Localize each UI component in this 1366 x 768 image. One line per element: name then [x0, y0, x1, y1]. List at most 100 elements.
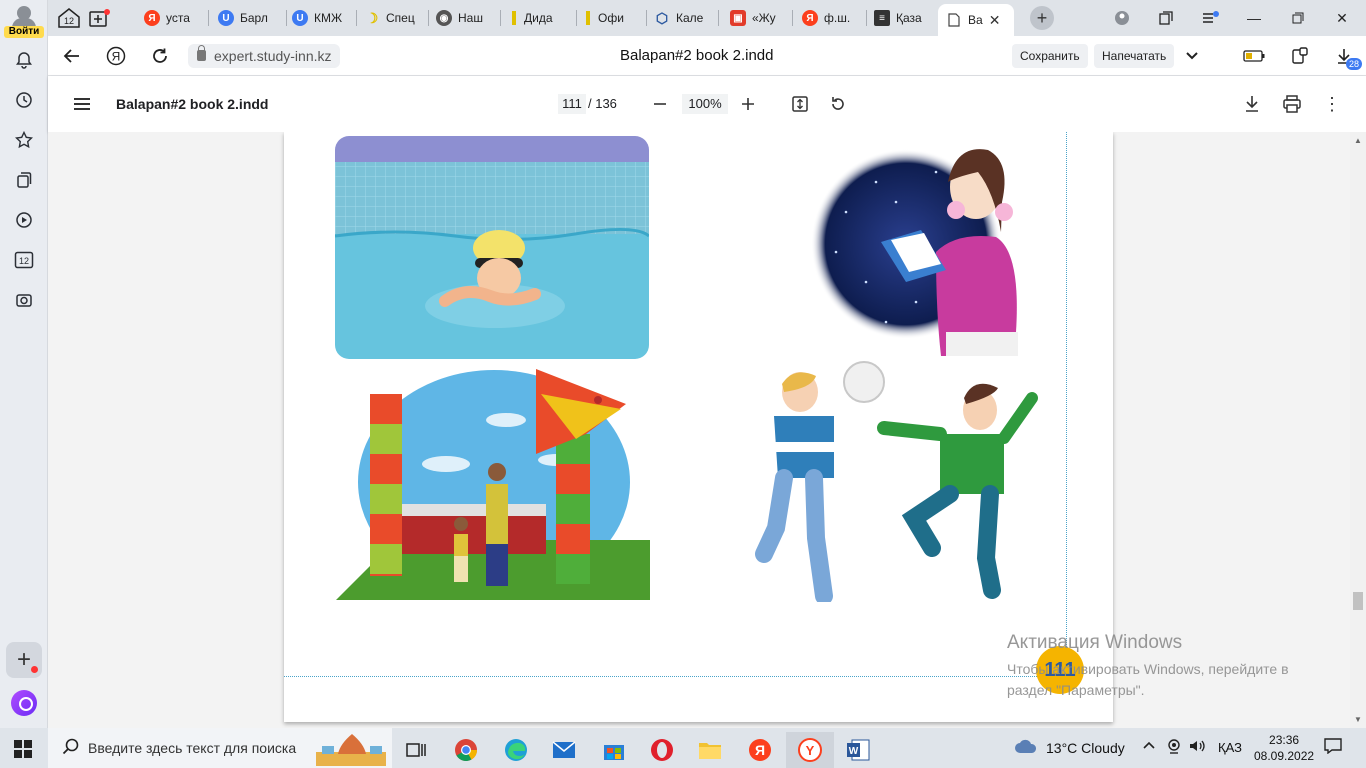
minimize-icon[interactable]: —	[1242, 6, 1266, 30]
close-window-icon[interactable]: ✕	[1330, 6, 1354, 30]
url-field[interactable]: expert.study-inn.kz	[188, 44, 340, 68]
yellow-bar-icon	[584, 10, 592, 26]
tab-item[interactable]: ≡ Қаза	[874, 4, 934, 32]
opera-icon[interactable]	[642, 732, 682, 768]
pdf-viewer: 111 Активация Windows Чтобы активировать…	[48, 132, 1366, 728]
yandex-active-app-icon[interactable]: Y	[786, 732, 834, 768]
bell-icon[interactable]	[12, 48, 36, 72]
more-options-icon[interactable]: ⋮	[1320, 92, 1344, 116]
notifications-icon[interactable]	[1324, 738, 1342, 758]
battery-saver-icon[interactable]	[1242, 44, 1266, 68]
collections-window-icon[interactable]	[1154, 6, 1178, 30]
bookmarks-star-icon[interactable]	[12, 128, 36, 152]
extensions-icon[interactable]	[1288, 44, 1312, 68]
tab-item[interactable]: ◉ Наш	[436, 4, 496, 32]
close-tab-icon[interactable]: ✕	[989, 12, 1001, 29]
windows-taskbar: Введите здесь текст для поиска Я Y W 13°…	[0, 728, 1366, 768]
zoom-in-icon[interactable]	[736, 92, 760, 116]
microsoft-store-icon[interactable]	[594, 732, 634, 768]
screenshot-camera-icon[interactable]	[12, 288, 36, 312]
yandex-logo-icon[interactable]: Я	[104, 44, 128, 68]
zoom-out-icon[interactable]	[648, 92, 672, 116]
print-pdf-icon[interactable]	[1280, 92, 1304, 116]
scroll-up-icon[interactable]: ▲	[1354, 136, 1362, 145]
svg-text:12: 12	[19, 256, 29, 266]
svg-text:12: 12	[64, 16, 74, 26]
zoom-level-input[interactable]: 100%	[682, 94, 728, 114]
scroll-thumb[interactable]	[1353, 592, 1363, 610]
weather-text[interactable]: 13°C Cloudy	[1046, 740, 1125, 756]
tabs-count-icon[interactable]: 12	[12, 248, 36, 272]
page-guide-horizontal	[284, 676, 1067, 677]
page-total: / 136	[588, 96, 617, 111]
tab-item[interactable]: ⬡ Кале	[654, 4, 714, 32]
yellow-bar-icon	[510, 10, 518, 26]
page-number-input[interactable]: 111	[558, 94, 586, 114]
red-box-icon: ▣	[730, 10, 746, 26]
tab-item[interactable]: ☽ Спец	[364, 4, 424, 32]
input-language[interactable]: ҚАЗ	[1218, 740, 1242, 755]
yandex-browser-icon[interactable]: Я	[740, 732, 780, 768]
search-icon	[62, 738, 80, 761]
tab-item[interactable]: ▣ «Жу	[730, 4, 788, 32]
rotate-icon[interactable]	[826, 92, 850, 116]
pdf-toolbar: Balapan#2 book 2.indd 111 / 136 100% ⋮	[48, 76, 1366, 132]
weather-cloud-icon[interactable]	[1014, 738, 1038, 758]
collections-icon[interactable]	[12, 168, 36, 192]
add-service-button[interactable]: +	[6, 642, 42, 678]
tab-item[interactable]: Дида	[510, 4, 568, 32]
history-clock-icon[interactable]	[12, 88, 36, 112]
download-pdf-icon[interactable]	[1240, 92, 1264, 116]
svg-text:Я: Я	[755, 742, 765, 758]
tab-item[interactable]: Офи	[584, 4, 642, 32]
system-clock[interactable]: 23:36 08.09.2022	[1254, 732, 1314, 764]
father-son-playground-illustration	[336, 364, 650, 602]
page-guide-vertical	[1066, 132, 1067, 677]
windows-start-icon[interactable]	[14, 740, 32, 758]
yandex-sidebar: Войти 12 +	[0, 0, 48, 728]
taskbar-search-input[interactable]: Введите здесь текст для поиска	[48, 728, 392, 768]
edge-icon[interactable]	[496, 732, 536, 768]
video-play-icon[interactable]	[12, 208, 36, 232]
girl-reading-illustration	[806, 132, 1028, 356]
restore-icon[interactable]	[1286, 6, 1310, 30]
tab-active[interactable]: Ва ✕	[938, 4, 1014, 36]
scroll-down-icon[interactable]: ▼	[1354, 715, 1362, 724]
task-view-icon[interactable]	[396, 732, 436, 768]
tab-item[interactable]: U Барл	[218, 4, 278, 32]
save-button[interactable]: Сохранить	[1012, 44, 1088, 68]
alice-assistant-icon[interactable]	[11, 690, 37, 716]
new-tab-group-icon[interactable]	[88, 4, 114, 32]
search-highlight-icon	[316, 734, 386, 766]
hamburger-menu-icon[interactable]	[74, 94, 90, 114]
file-explorer-icon[interactable]	[690, 732, 730, 768]
reload-icon[interactable]	[148, 44, 172, 68]
chevron-down-icon[interactable]	[1180, 44, 1204, 68]
webcam-icon[interactable]	[1166, 738, 1182, 758]
tab-item[interactable]: U КМЖ	[292, 4, 352, 32]
profile-icon[interactable]	[1110, 6, 1134, 30]
tab-groups-button[interactable]: 12	[56, 4, 86, 32]
tab-item[interactable]: Яф.ш.	[802, 4, 862, 32]
back-arrow-icon[interactable]	[60, 44, 84, 68]
lock-icon	[197, 45, 206, 61]
cube-icon: ⬡	[655, 9, 669, 26]
windows-activation-watermark: Активация Windows Чтобы активировать Win…	[1007, 632, 1289, 698]
tab-item[interactable]: Яуста	[144, 4, 200, 32]
vertical-scrollbar[interactable]: ▲ ▼	[1350, 132, 1366, 728]
volume-icon[interactable]	[1188, 738, 1206, 758]
show-hidden-icons-chevron-icon[interactable]	[1142, 738, 1156, 755]
chrome-icon[interactable]	[446, 732, 486, 768]
page-icon	[946, 12, 962, 28]
tab-strip: 12 Яуста U Барл U КМЖ ☽ Спец ◉ Наш Дида Офи …	[48, 0, 1366, 36]
print-button[interactable]: Напечатать	[1094, 44, 1175, 68]
downloads-icon[interactable]: 28	[1332, 44, 1362, 70]
menu-icon[interactable]	[1198, 6, 1222, 30]
mail-icon[interactable]	[544, 732, 584, 768]
new-tab-button[interactable]: +	[1030, 6, 1054, 30]
login-button[interactable]: Войти	[4, 26, 44, 38]
word-icon[interactable]: W	[838, 732, 878, 768]
page-title: Balapan#2 book 2.indd	[620, 47, 774, 64]
fit-to-page-icon[interactable]	[788, 92, 812, 116]
moon-icon: ☽	[365, 9, 379, 26]
